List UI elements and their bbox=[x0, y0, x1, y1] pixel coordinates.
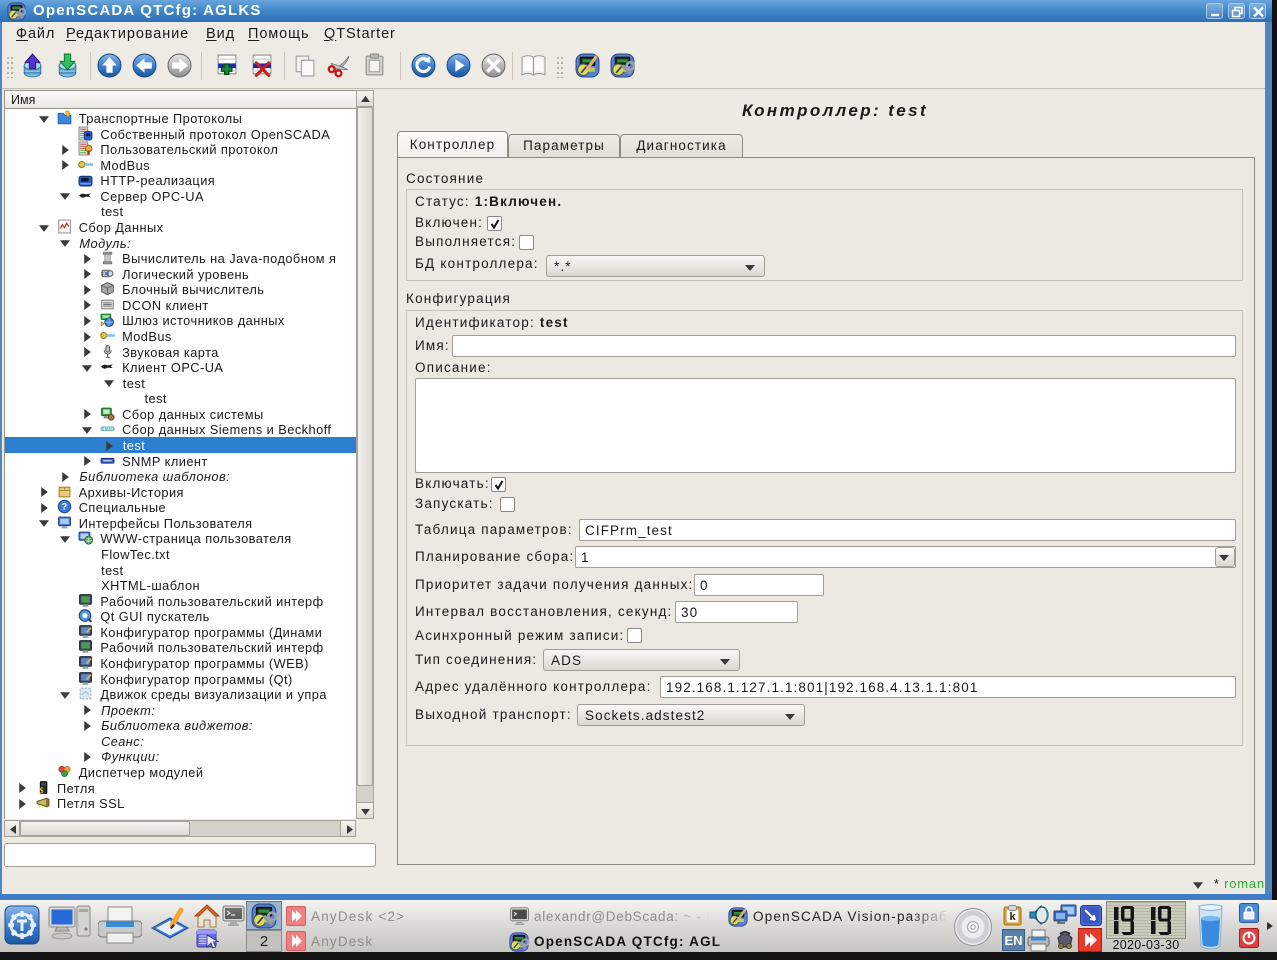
svg-text:k: k bbox=[1009, 911, 1016, 923]
